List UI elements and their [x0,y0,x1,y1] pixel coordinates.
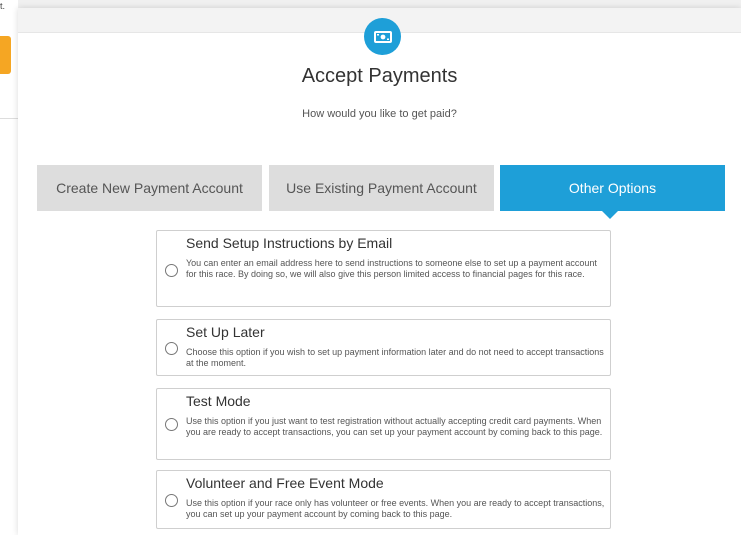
option-title: Test Mode [186,393,251,409]
tab-label: Create New Payment Account [56,180,243,196]
background-divider [0,118,18,119]
tab-create-new-payment-account[interactable]: Create New Payment Account [37,165,262,211]
option-title: Set Up Later [186,324,265,340]
option-volunteer-and-free-event-mode[interactable]: Volunteer and Free Event Mode Use this o… [156,470,611,529]
modal-subtitle: How would you like to get paid? [302,108,457,120]
option-test-mode[interactable]: Test Mode Use this option if you just wa… [156,388,611,460]
tab-other-options[interactable]: Other Options [500,165,725,211]
tab-use-existing-payment-account[interactable]: Use Existing Payment Account [269,165,494,211]
modal-title: Accept Payments [301,65,458,87]
background-orange-button [0,36,11,74]
accept-payments-modal: Accept Payments How would you like to ge… [18,8,741,535]
option-description: Use this option if your race only has vo… [186,498,605,519]
background-text-fragment: t. [0,1,6,11]
money-icon-glyph [373,30,392,43]
option-description: Choose this option if you wish to set up… [186,347,604,368]
option-set-up-later[interactable]: Set Up Later Choose this option if you w… [156,319,611,376]
option-description: You can enter an email address here to s… [186,258,597,279]
page: t. Accept Payments How would you like to… [0,0,741,535]
option-description: Use this option if you just want to test… [186,416,603,437]
money-icon [364,18,401,55]
option-title: Send Setup Instructions by Email [186,235,393,251]
option-radio[interactable] [165,494,178,507]
tab-label: Use Existing Payment Account [286,180,477,196]
option-radio[interactable] [165,342,178,355]
background-top-strip [18,0,741,8]
option-send-setup-instructions[interactable]: Send Setup Instructions by Email You can… [156,230,611,307]
tab-label: Other Options [568,180,657,196]
background-page: t. [0,0,18,535]
option-title: Volunteer and Free Event Mode [186,475,384,491]
option-radio[interactable] [165,264,178,277]
active-tab-indicator [602,211,618,219]
option-radio[interactable] [165,418,178,431]
